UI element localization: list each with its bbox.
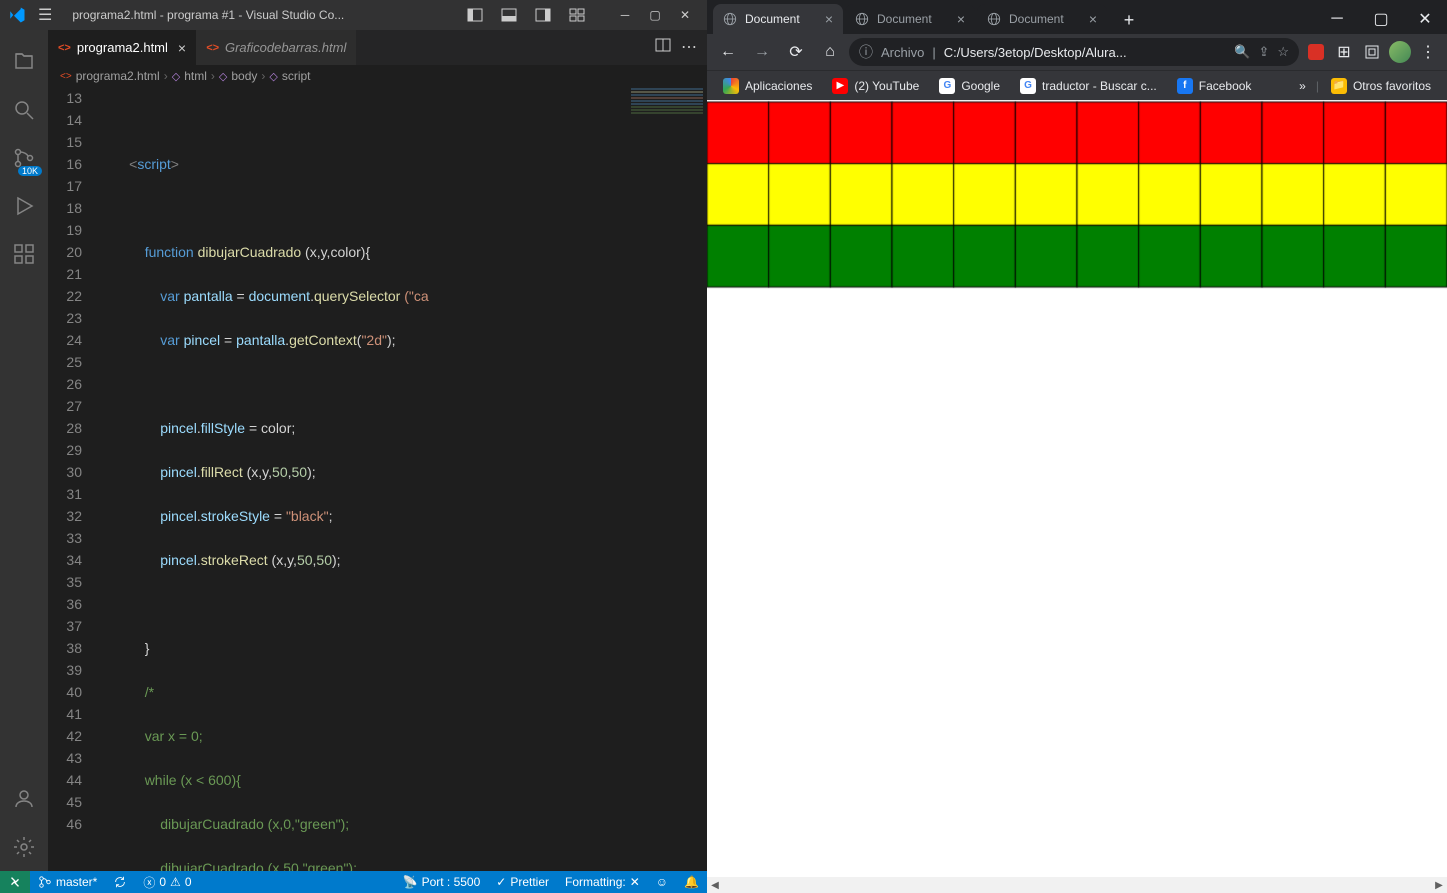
browser-tab-2[interactable]: Document × [845, 4, 975, 34]
chrome-tabstrip: Document × Document × Document × + ─ ▢ ✕ [707, 0, 1447, 34]
formatting-status[interactable]: Formatting: ✕ [557, 875, 648, 889]
vscode-titlebar: ☰ programa2.html - programa #1 - Visual … [0, 0, 707, 30]
bookmark-google[interactable]: GGoogle [931, 74, 1008, 98]
problems[interactable]: ⓧ0 ⚠0 [135, 874, 199, 891]
tab-label: Graficodebarras.html [225, 40, 346, 55]
vscode-logo-icon [8, 6, 26, 24]
new-tab-button[interactable]: + [1115, 6, 1143, 34]
browser-tab-1[interactable]: Document × [713, 4, 843, 34]
tab-close-icon[interactable]: × [825, 11, 833, 27]
bookmarks-bar: Aplicaciones ▶(2) YouTube GGoogle Gtradu… [707, 70, 1447, 100]
html-file-icon: <> [60, 71, 72, 82]
bookmark-facebook[interactable]: fFacebook [1169, 74, 1260, 98]
prettier-status[interactable]: ✓Prettier [488, 875, 557, 889]
bookmark-apps[interactable]: Aplicaciones [715, 74, 820, 98]
remote-indicator[interactable] [0, 871, 30, 893]
sync-icon[interactable] [105, 875, 135, 889]
horizontal-scrollbar[interactable]: ◀ ▶ [707, 877, 1447, 893]
notifications-icon[interactable]: 🔔 [676, 875, 707, 889]
more-actions-icon[interactable]: ⋯ [681, 37, 697, 58]
editor-area: <> programa2.html × <> Graficodebarras.h… [48, 30, 707, 871]
layout-grid-icon[interactable] [563, 1, 591, 29]
browser-tab-3[interactable]: Document × [977, 4, 1107, 34]
extensions-icon[interactable] [0, 230, 48, 278]
feedback-icon[interactable]: ☺ [648, 875, 676, 889]
tab-label: programa2.html [77, 40, 168, 55]
close-icon[interactable]: ✕ [671, 1, 699, 29]
maximize-icon[interactable]: ▢ [641, 1, 669, 29]
bookmark-youtube[interactable]: ▶(2) YouTube [824, 74, 927, 98]
extension-icon-1[interactable] [1303, 39, 1329, 65]
symbol-icon: ◇ [269, 70, 277, 83]
tab-close-icon[interactable]: × [1089, 11, 1097, 27]
bookmarks-overflow-icon[interactable]: » [1293, 79, 1312, 93]
editor-tabs: <> programa2.html × <> Graficodebarras.h… [48, 30, 707, 65]
chrome-toolbar: ← → ⟳ ⌂ ⓘ Archivo | C:/Users/3etop/Deskt… [707, 34, 1447, 70]
scroll-right-icon[interactable]: ▶ [1431, 877, 1447, 893]
minimap[interactable] [627, 87, 707, 237]
explorer-icon[interactable] [0, 38, 48, 86]
tab-close-icon[interactable]: × [178, 40, 186, 56]
globe-icon [723, 12, 737, 26]
chrome-maximize-icon[interactable]: ▢ [1359, 4, 1403, 34]
search-icon[interactable] [0, 86, 48, 134]
globe-icon [987, 12, 1001, 26]
code-editor[interactable]: 1314151617181920212223242526272829303132… [48, 87, 707, 871]
layout-controls [461, 1, 591, 29]
bookmark-star-icon[interactable]: ☆ [1277, 44, 1289, 60]
share-icon[interactable]: ⇪ [1258, 44, 1269, 60]
window-controls: ─ ▢ ✕ [611, 1, 699, 29]
git-branch[interactable]: master* [30, 875, 105, 889]
tab-close-icon[interactable]: × [957, 11, 965, 27]
zoom-icon[interactable]: 🔍 [1234, 44, 1250, 60]
reading-list-icon[interactable] [1359, 39, 1385, 65]
editor-tab-programa2[interactable]: <> programa2.html × [48, 30, 196, 65]
scm-badge: 10K [18, 166, 42, 176]
extensions-puzzle-icon[interactable]: ⊞ [1331, 39, 1357, 65]
html-file-icon: <> [58, 42, 71, 54]
vscode-window: ☰ programa2.html - programa #1 - Visual … [0, 0, 707, 893]
panel-right-icon[interactable] [529, 1, 557, 29]
other-bookmarks[interactable]: 📁Otros favoritos [1323, 74, 1439, 98]
scroll-left-icon[interactable]: ◀ [707, 877, 723, 893]
live-server-port[interactable]: 📡Port : 5500 [395, 875, 489, 889]
reload-button[interactable]: ⟳ [781, 37, 811, 67]
home-button[interactable]: ⌂ [815, 37, 845, 67]
breadcrumb[interactable]: <>programa2.html › ◇html › ◇body › ◇scri… [48, 65, 707, 87]
source-control-icon[interactable]: 10K [0, 134, 48, 182]
bookmark-traductor[interactable]: Gtraductor - Buscar c... [1012, 74, 1165, 98]
settings-icon[interactable] [0, 823, 48, 871]
status-bar: master* ⓧ0 ⚠0 📡Port : 5500 ✓Prettier For… [0, 871, 707, 893]
code-content[interactable]: <script> function dibujarCuadrado (x,y,c… [98, 87, 707, 871]
editor-tab-graficodebarras[interactable]: <> Graficodebarras.html [196, 30, 356, 65]
symbol-icon: ◇ [172, 70, 180, 83]
address-bar[interactable]: ⓘ Archivo | C:/Users/3etop/Desktop/Alura… [849, 38, 1299, 66]
account-icon[interactable] [0, 775, 48, 823]
chrome-minimize-icon[interactable]: ─ [1315, 4, 1359, 34]
canvas-output [707, 100, 1447, 860]
chrome-close-icon[interactable]: ✕ [1403, 4, 1447, 34]
chrome-menu-icon[interactable]: ⋮ [1415, 39, 1441, 65]
chrome-window: Document × Document × Document × + ─ ▢ ✕… [707, 0, 1447, 893]
page-viewport: ◀ ▶ [707, 100, 1447, 893]
html-file-icon: <> [206, 42, 219, 54]
symbol-icon: ◇ [219, 70, 227, 83]
minimize-icon[interactable]: ─ [611, 1, 639, 29]
profile-avatar[interactable] [1387, 39, 1413, 65]
panel-bottom-icon[interactable] [495, 1, 523, 29]
run-debug-icon[interactable] [0, 182, 48, 230]
back-button[interactable]: ← [713, 37, 743, 67]
globe-icon [855, 12, 869, 26]
line-gutter: 1314151617181920212223242526272829303132… [48, 87, 98, 871]
menu-icon[interactable]: ☰ [38, 5, 52, 25]
site-info-icon[interactable]: ⓘ [859, 42, 873, 62]
split-editor-icon[interactable] [655, 37, 671, 58]
panel-left-icon[interactable] [461, 1, 489, 29]
forward-button[interactable]: → [747, 37, 777, 67]
activity-bar: 10K [0, 30, 48, 871]
window-title: programa2.html - programa #1 - Visual St… [72, 8, 461, 22]
